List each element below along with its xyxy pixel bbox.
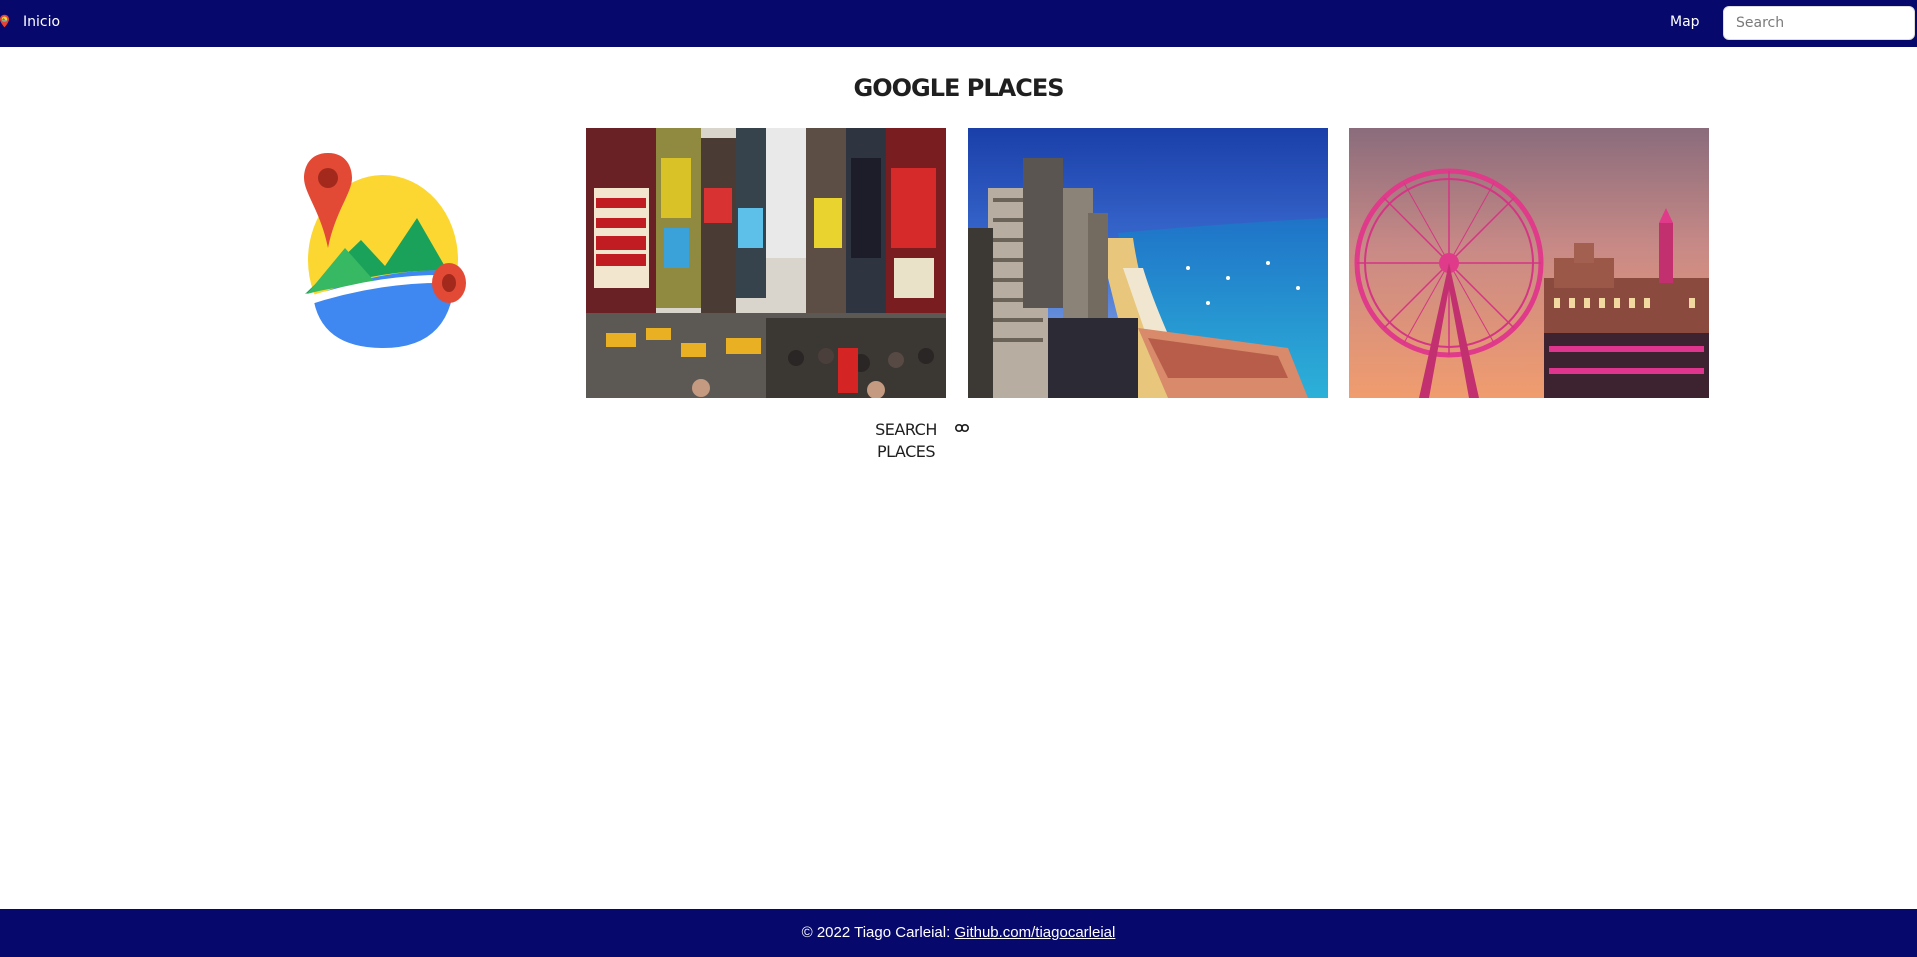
nav-home-link[interactable]: Inicio (23, 12, 60, 32)
footer-github-link[interactable]: Github.com/tiagocarleial (954, 924, 1115, 941)
footer: © 2022 Tiago Carleial: Github.com/tiagoc… (0, 909, 1917, 957)
footer-copyright: © 2022 Tiago Carleial: (801, 924, 955, 941)
link-icon (954, 424, 970, 433)
search-places-link[interactable]: SEARCH PLACES (860, 419, 970, 463)
search-places-label: SEARCH PLACES (875, 420, 937, 461)
times-square-photo (586, 128, 946, 398)
google-photos-places-logo (303, 153, 466, 348)
map-pin-icon[interactable] (0, 14, 9, 28)
page-title: GOOGLE PLACES (853, 74, 1065, 102)
coastal-city-photo (968, 128, 1328, 398)
london-eye-photo (1349, 128, 1709, 398)
top-navbar: Inicio Map (0, 0, 1917, 47)
search-input[interactable] (1723, 6, 1915, 40)
nav-map-link[interactable]: Map (1670, 12, 1700, 32)
